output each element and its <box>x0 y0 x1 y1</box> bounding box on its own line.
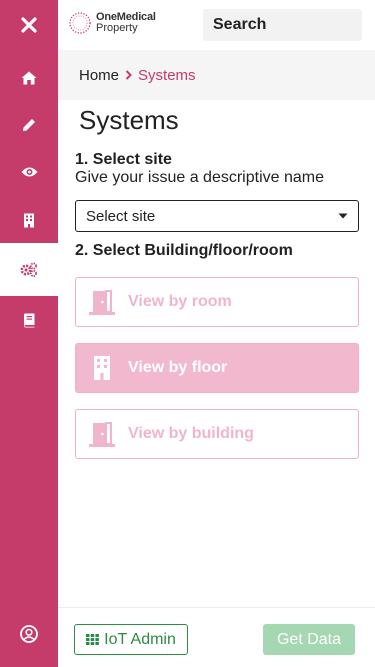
eye-icon <box>21 167 37 177</box>
door-icon <box>76 277 128 327</box>
sidebar-item-docs[interactable] <box>0 296 58 344</box>
breadcrumb-current: Systems <box>138 66 196 84</box>
sidebar-item-edit[interactable] <box>0 101 58 149</box>
book-icon <box>24 313 35 327</box>
get-data-label: Get Data <box>276 630 342 648</box>
page-title: Systems <box>79 105 179 135</box>
sidebar-item-home[interactable] <box>0 54 58 102</box>
brand-line2: Property <box>96 22 138 34</box>
sidebar-item-account[interactable] <box>0 610 58 658</box>
iot-admin-label: IoT Admin <box>104 630 176 648</box>
view-by-building-label: View by building <box>128 425 254 442</box>
view-by-room-button[interactable]: View by room <box>75 277 359 327</box>
breadcrumb: Home Systems <box>58 50 375 100</box>
cogs-icon <box>20 262 37 277</box>
step1-title: 1. Select site <box>75 151 172 168</box>
search-box <box>203 9 362 41</box>
sidebar-item-systems[interactable] <box>0 243 58 296</box>
sidebar-item-view[interactable] <box>0 148 58 196</box>
view-by-floor-button[interactable]: View by floor <box>75 343 359 393</box>
footer-bar: IoT Admin Get Data <box>58 607 375 667</box>
sidebar-close-button[interactable] <box>0 0 58 50</box>
pencil-icon <box>23 119 35 131</box>
breadcrumb-home-link[interactable]: Home <box>79 67 119 84</box>
site-select[interactable]: Select site <box>75 200 359 232</box>
iot-admin-button[interactable]: IoT Admin <box>74 624 188 655</box>
site-select-value: Select site <box>86 207 156 225</box>
search-input[interactable] <box>213 16 352 34</box>
home-icon <box>21 71 37 85</box>
close-icon <box>21 17 37 33</box>
building-icon <box>24 213 34 227</box>
brand-name: OneMedical Property <box>96 12 156 34</box>
grid-icon <box>86 634 100 645</box>
brand-logo[interactable]: OneMedical Property <box>68 11 156 35</box>
step2-title: 2. Select Building/floor/room <box>75 242 293 259</box>
building-icon <box>76 343 128 393</box>
view-by-floor-label: View by floor <box>128 359 228 376</box>
sidebar <box>0 0 58 667</box>
user-circle-icon <box>20 625 38 643</box>
view-by-room-label: View by room <box>128 293 232 310</box>
step1-subtitle: Give your issue a descriptive name <box>75 169 324 186</box>
sidebar-item-buildings[interactable] <box>0 196 58 244</box>
get-data-button[interactable]: Get Data <box>263 624 355 655</box>
caret-down-icon <box>338 213 348 219</box>
top-header: OneMedical Property <box>58 0 375 50</box>
view-by-building-button[interactable]: View by building <box>75 409 359 459</box>
logo-icon <box>69 12 91 34</box>
door-icon <box>76 409 128 459</box>
chevron-right-icon <box>125 70 132 80</box>
